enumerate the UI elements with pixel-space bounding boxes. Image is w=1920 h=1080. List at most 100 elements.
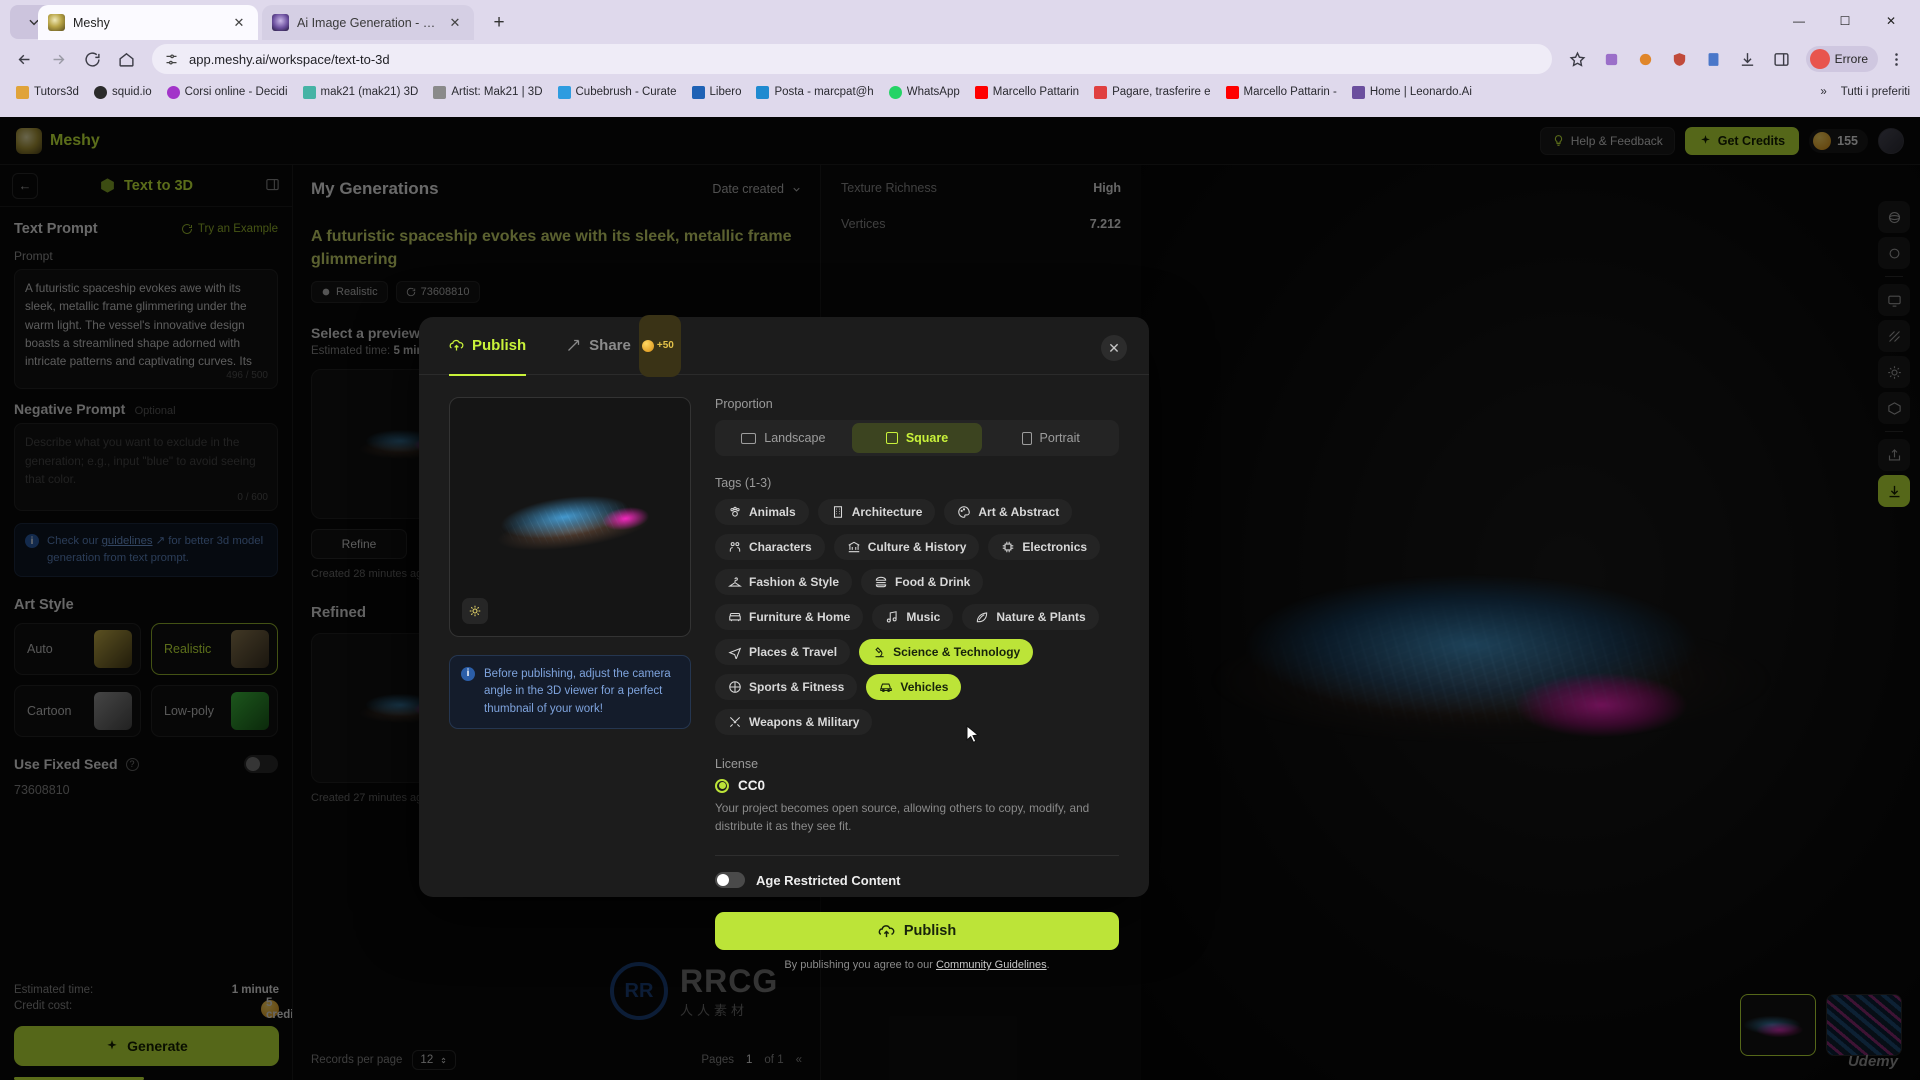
paw-icon <box>730 506 740 517</box>
leaf-icon <box>977 612 988 623</box>
bookmark-favicon <box>16 85 29 99</box>
publish-tip-text: Before publishing, adjust the camera ang… <box>484 668 671 715</box>
maximize-button[interactable]: ☐ <box>1822 8 1868 34</box>
plane-icon <box>728 647 742 659</box>
home-icon[interactable] <box>110 43 142 75</box>
bookmark-item[interactable]: Home | Leonardo.Ai <box>1346 83 1478 102</box>
tag-culture-history[interactable]: Culture & History <box>833 534 980 560</box>
close-window-button[interactable]: ✕ <box>1868 8 1914 34</box>
reload-icon[interactable] <box>76 43 108 75</box>
tag-animals[interactable]: Animals <box>715 499 809 525</box>
forward-icon[interactable] <box>42 43 74 75</box>
close-icon[interactable]: ✕ <box>446 14 464 32</box>
proportion-portrait[interactable]: Portrait <box>985 423 1116 453</box>
bookmark-item[interactable]: Cubebrush - Curate <box>552 83 683 102</box>
bookmark-item[interactable]: WhatsApp <box>883 83 966 102</box>
browser-tab-leonardo[interactable]: Ai Image Generation - Leonardo ✕ <box>262 5 474 40</box>
browser-tab-meshy[interactable]: Meshy ✕ <box>38 5 258 40</box>
meshy-app: Meshy Help & Feedback Get Credits 155 <box>0 117 1920 1080</box>
license-option-cc0[interactable]: CC0 <box>715 778 1119 793</box>
chip-icon <box>1003 541 1014 553</box>
bookmark-item[interactable]: Artist: Mak21 | 3D <box>427 83 548 102</box>
thumbnail-preview[interactable] <box>449 397 691 637</box>
license-name: CC0 <box>738 778 766 793</box>
tag-sports-fitness[interactable]: Sports & Fitness <box>715 674 858 700</box>
bookmark-label: Pagare, trasferire e <box>1112 86 1211 98</box>
tag-places-travel[interactable]: Places & Travel <box>715 639 851 665</box>
all-bookmarks-label[interactable]: Tutti i preferiti <box>1841 86 1910 98</box>
bookmark-favicon <box>93 85 107 99</box>
profile-button[interactable]: Errore <box>1805 46 1878 72</box>
window-controls: — ☐ ✕ <box>1776 8 1914 34</box>
back-icon[interactable] <box>8 43 40 75</box>
modal-body: i Before publishing, adjust the camera a… <box>419 375 1149 971</box>
bookmark-star-icon[interactable] <box>1562 43 1594 75</box>
side-panel-icon[interactable] <box>1766 43 1798 75</box>
age-restricted-row[interactable]: Age Restricted Content <box>715 872 1119 889</box>
age-restricted-toggle[interactable] <box>715 872 745 889</box>
tag-electronics[interactable]: Electronics <box>988 534 1101 560</box>
bookmark-item[interactable]: mak21 (mak21) 3D <box>297 83 425 102</box>
tab-publish[interactable]: Publish <box>449 317 527 376</box>
tag-label: Furniture & Home <box>749 610 851 624</box>
bookmarks-overflow-icon[interactable]: » <box>1820 86 1826 98</box>
bookmark-favicon <box>974 85 988 99</box>
shield-extension-icon[interactable] <box>1664 43 1696 75</box>
bookmark-item[interactable]: Posta - marcpat@h <box>750 83 879 102</box>
close-icon[interactable]: ✕ <box>230 14 248 32</box>
publish-button[interactable]: Publish <box>715 912 1119 951</box>
meshy-favicon <box>48 14 65 31</box>
honey-extension-icon[interactable] <box>1630 43 1662 75</box>
publish-button-label: Publish <box>903 923 957 940</box>
share-reward-value: +50 <box>656 339 674 351</box>
tag-fashion-style[interactable]: Fashion & Style <box>715 569 853 595</box>
address-bar[interactable]: app.meshy.ai/workspace/text-to-3d <box>152 44 1552 74</box>
bookmark-label: Marcello Pattarin - <box>1243 86 1337 98</box>
community-guidelines-link[interactable]: Community Guidelines <box>936 959 1047 971</box>
bookmark-favicon <box>756 85 770 99</box>
bookmark-label: Artist: Mak21 | 3D <box>451 86 543 98</box>
new-tab-button[interactable]: + <box>486 10 512 36</box>
tags-list: Animals Architecture Art & Abstract Char… <box>715 499 1119 735</box>
leonardo-favicon <box>272 14 289 31</box>
tag-nature-plants[interactable]: Nature & Plants <box>962 604 1099 630</box>
tab-share-label: Share <box>589 336 631 354</box>
bookmark-item[interactable]: Libero <box>686 83 748 102</box>
tag-science-technology[interactable]: Science & Technology <box>859 639 1034 665</box>
proportion-square[interactable]: Square <box>851 423 983 453</box>
extensions-puzzle-icon[interactable] <box>1596 43 1628 75</box>
bookmark-item[interactable]: Pagare, trasferire e <box>1088 83 1216 102</box>
license-label: License <box>715 757 759 771</box>
light-bulb-icon[interactable] <box>462 598 488 624</box>
tags-label: Tags (1-3) <box>715 476 772 490</box>
tag-weapons-military[interactable]: Weapons & Military <box>715 709 873 735</box>
tab-publish-label: Publish <box>472 336 527 354</box>
close-icon[interactable]: ✕ <box>1101 335 1127 361</box>
tag-music[interactable]: Music <box>872 604 954 630</box>
browser-menu-icon[interactable] <box>1880 43 1912 75</box>
proportion-label: Proportion <box>715 397 773 411</box>
tag-characters[interactable]: Characters <box>715 534 825 560</box>
tab-share[interactable]: Share +50 <box>566 314 681 377</box>
bookmark-item[interactable]: squid.io <box>88 83 158 102</box>
bookmark-label: Posta - marcpat@h <box>774 86 874 98</box>
minimize-button[interactable]: — <box>1776 8 1822 34</box>
bookmark-label: WhatsApp <box>906 86 960 98</box>
tag-food-drink[interactable]: Food & Drink <box>861 569 984 595</box>
note-icon <box>887 611 897 623</box>
share-icon <box>568 339 580 351</box>
downloads-icon[interactable] <box>1732 43 1764 75</box>
site-settings-icon[interactable] <box>164 52 179 67</box>
bookmark-item[interactable]: Marcello Pattarin - <box>1220 83 1343 102</box>
tag-art-abstract[interactable]: Art & Abstract <box>944 499 1073 525</box>
tag-furniture-home[interactable]: Furniture & Home <box>715 604 864 630</box>
tag-vehicles[interactable]: Vehicles <box>866 674 962 700</box>
bookmark-item[interactable]: Tutors3d <box>10 83 85 102</box>
tag-architecture[interactable]: Architecture <box>817 499 936 525</box>
bookmark-item[interactable]: Marcello Pattarin <box>969 83 1085 102</box>
publish-form: Proportion Landscape Square Portrait Tag… <box>715 397 1119 971</box>
bookmark-item[interactable]: Corsi online - Decidi <box>161 83 294 102</box>
proportion-landscape[interactable]: Landscape <box>718 423 849 453</box>
radio-selected-icon[interactable] <box>715 778 729 793</box>
notes-extension-icon[interactable] <box>1698 43 1730 75</box>
